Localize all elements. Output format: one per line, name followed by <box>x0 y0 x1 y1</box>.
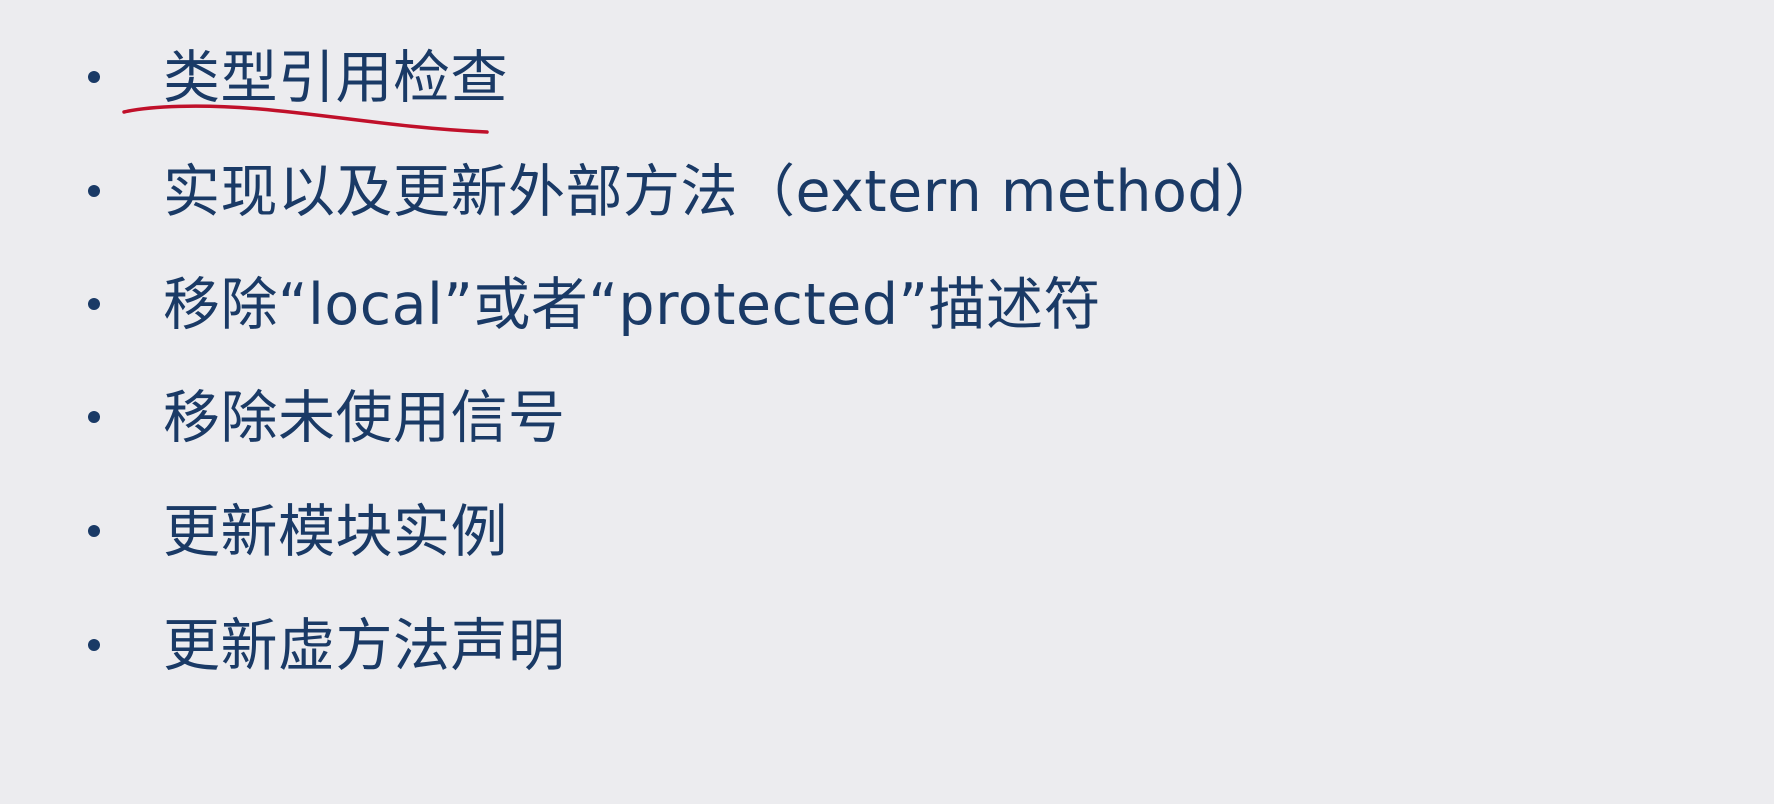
bullet-dot <box>88 411 100 423</box>
bullet-text: 实现以及更新外部方法（extern method） <box>163 159 1282 225</box>
bullet-text: 移除未使用信号 <box>163 385 566 451</box>
bullet-text: 更新模块实例 <box>163 499 508 565</box>
bullet-dot <box>88 639 100 651</box>
bullet-item-remove-descriptor: 移除“local”或者“protected”描述符 <box>0 255 1600 355</box>
bullet-dot <box>88 525 100 537</box>
bullet-list: 类型引用检查 实现以及更新外部方法（extern method） 移除“loca… <box>0 0 1774 804</box>
bullet-dot <box>88 298 100 310</box>
slide: 类型引用检查 实现以及更新外部方法（extern method） 移除“loca… <box>0 0 1774 804</box>
bullet-text: 移除“local”或者“protected”描述符 <box>163 272 1102 338</box>
bullet-dot <box>88 185 100 197</box>
bullet-item-type-reference-check: 类型引用检查 <box>0 28 1600 128</box>
bullet-item-update-module-instance: 更新模块实例 <box>0 482 1600 582</box>
bullet-text: 更新虚方法声明 <box>163 613 566 679</box>
bullet-text: 类型引用检查 <box>163 45 508 111</box>
bullet-item-remove-unused-signal: 移除未使用信号 <box>0 368 1600 468</box>
bullet-item-update-virtual-method: 更新虚方法声明 <box>0 596 1600 696</box>
bullet-dot <box>88 71 100 83</box>
bullet-item-extern-method: 实现以及更新外部方法（extern method） <box>0 142 1600 242</box>
